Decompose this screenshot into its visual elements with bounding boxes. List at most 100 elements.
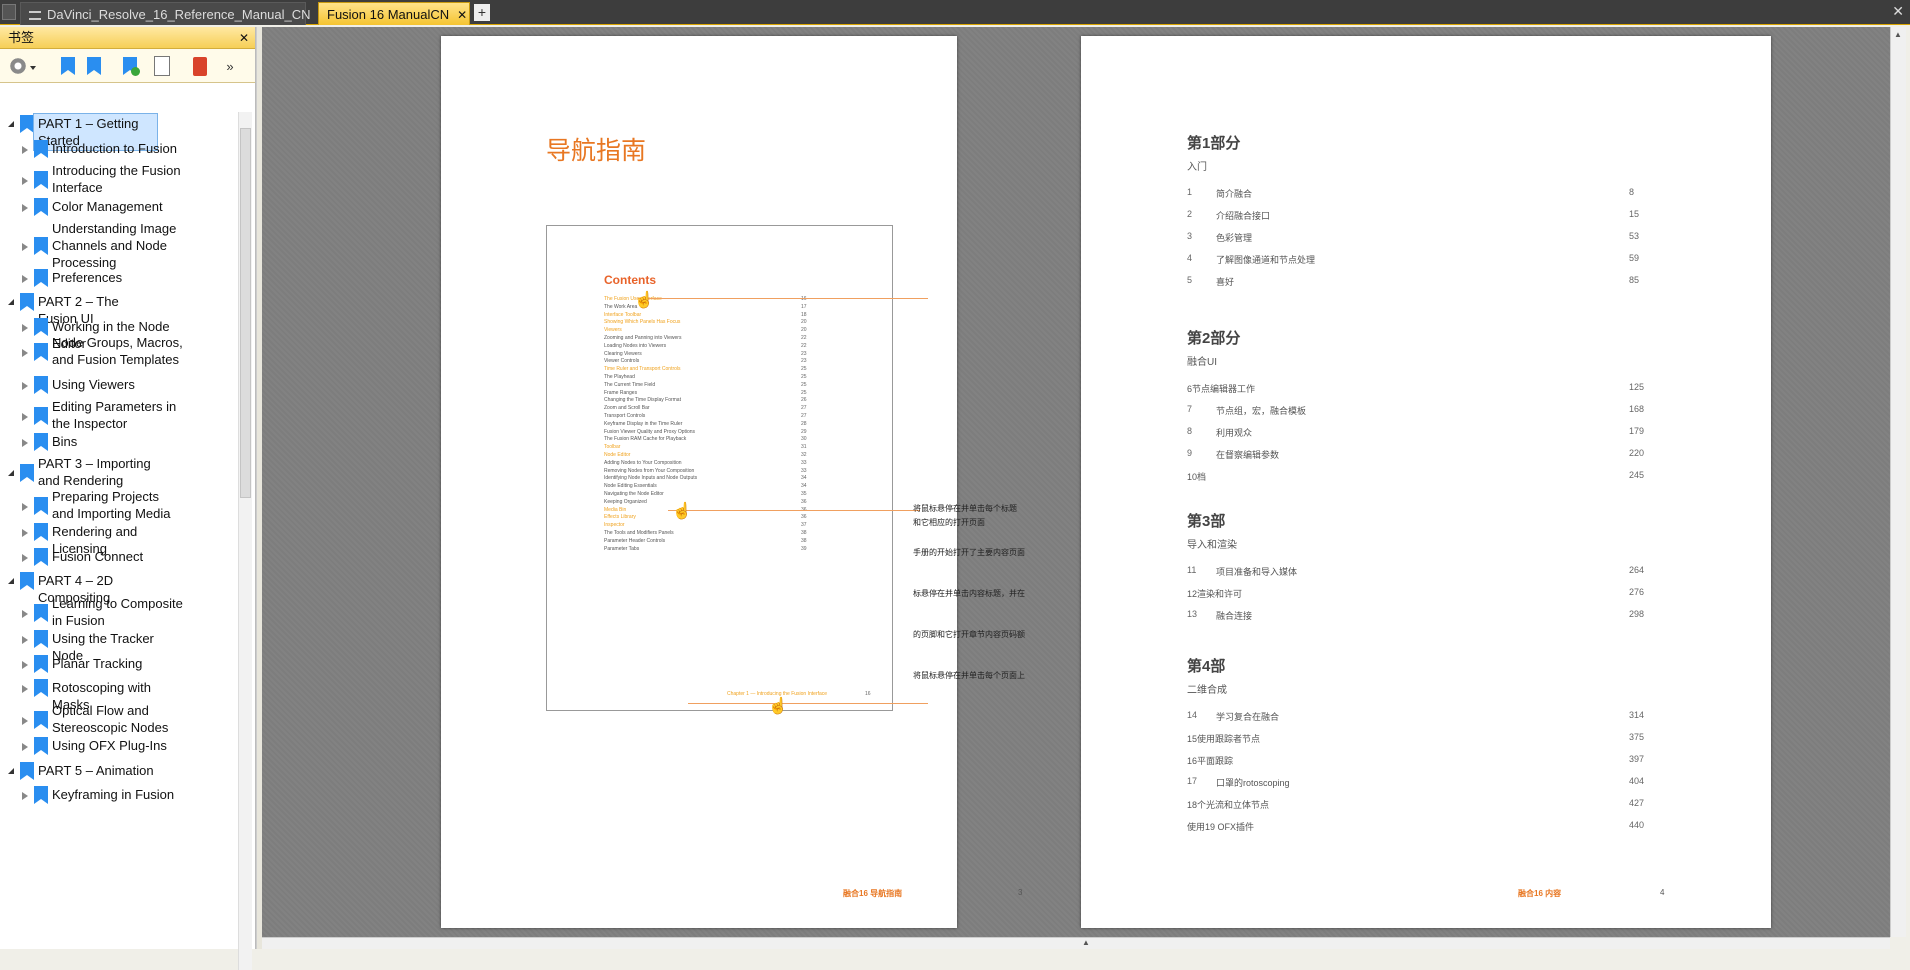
toc-page-num: 125 [1629,382,1645,392]
bookmark-item[interactable]: Planar Tracking [0,655,237,676]
tab-fusion-manual[interactable]: Fusion 16 ManualCN ✕ [318,2,470,25]
toc-row[interactable] [1181,273,1581,289]
bookmark-options-gear-icon[interactable] [6,54,36,78]
collapse-bookmarks-icon[interactable] [82,54,106,78]
bookmark-label: Introducing the Fusion Interface [52,163,181,195]
hand-cursor-icon: ☝ [768,698,788,715]
tabbar-menu-icon[interactable] [2,4,16,20]
more-options-chevron-icon[interactable]: » [218,54,242,78]
document-viewer[interactable]: 导航指南 Contents The Fusion User Interface 1… [262,27,1890,937]
collapse-arrow-icon[interactable] [8,768,14,774]
expand-arrow-icon[interactable] [22,324,28,332]
bookmark-item[interactable]: Introduction to Fusion [0,140,237,161]
expand-arrow-icon[interactable] [22,554,28,562]
expand-arrow-icon[interactable] [22,146,28,154]
bookmark-item[interactable]: Optical Flow and Stereoscopic Nodes [0,702,237,740]
expand-arrow-icon[interactable] [22,685,28,693]
bookmark-properties-icon[interactable] [150,54,174,78]
contents-entry: Interface Toolbar [604,311,642,318]
contents-entry: Showing Which Panels Has Focus [604,319,681,326]
delete-bookmark-icon[interactable] [188,54,212,78]
bookmark-item[interactable]: Bins [0,433,237,454]
bookmark-part[interactable]: PART 5 – Animation [0,762,237,783]
bookmark-part[interactable]: PART 2 – The Fusion UI [0,293,237,326]
contents-page-num: 38 [801,537,807,544]
toc-chapter-num: 8 [1187,426,1193,436]
contents-entry: Zooming and Panning into Viewers [604,335,682,341]
bookmarks-panel: 书签 ✕ » PART 1 – Getting Started Introduct… [0,27,256,970]
bookmark-part[interactable]: PART 1 – Getting Started [0,113,237,151]
bookmark-label: PART 5 – Animation [38,763,154,778]
expand-arrow-icon[interactable] [22,382,28,390]
bookmark-item[interactable]: Preparing Projects and Importing Media [0,488,237,526]
bookmark-item[interactable]: Preferences [0,269,237,290]
bookmark-part[interactable]: PART 4 – 2D Compositing [0,572,237,605]
expand-arrow-icon[interactable] [22,204,28,212]
collapse-arrow-icon[interactable] [8,578,14,584]
expand-arrow-icon[interactable] [22,717,28,725]
toc-page-num: 85 [1629,275,1640,285]
bookmark-item[interactable]: Node Groups, Macros, and Fusion Template… [0,334,237,372]
expand-arrow-icon[interactable] [22,243,28,251]
collapse-arrow-icon[interactable] [8,470,14,476]
contents-entry: The Work Area [604,303,638,310]
bookmark-tree-scrollbar[interactable] [238,112,252,970]
contents-page-num: 37 [801,522,807,529]
bookmarks-toolbar: » [0,49,255,83]
expand-arrow-icon[interactable] [22,636,28,644]
expand-arrow-icon[interactable] [22,413,28,421]
bookmark-item[interactable]: Rotoscoping with Masks [0,679,237,712]
bookmark-label: Editing Parameters in the Inspector [52,399,177,431]
new-tab-button[interactable]: + [474,4,490,21]
bookmark-icon [34,679,48,697]
bookmark-item[interactable]: Editing Parameters in the Inspector [0,398,237,436]
expand-arrow-icon[interactable] [22,610,28,618]
bookmark-item[interactable]: Understanding Image Channels and Node Pr… [0,220,237,275]
scrollbar-thumb[interactable] [240,128,251,498]
bookmark-label: Color Management [52,199,163,214]
contents-entry: Transport Controls [604,413,646,419]
hand-cursor-icon: ☝ [672,503,692,520]
bookmark-label: Preparing Projects and Importing Media [52,489,171,521]
bookmark-item[interactable]: Using the Tracker Node [0,630,237,663]
bookmark-item[interactable]: Using OFX Plug-Ins [0,737,237,758]
expand-arrow-icon[interactable] [22,529,28,537]
expand-arrow-icon[interactable] [22,792,28,800]
expand-arrow-icon[interactable] [22,439,28,447]
expand-arrow-icon[interactable] [22,177,28,185]
add-bookmark-icon[interactable] [118,54,142,78]
panel-close-icon[interactable]: ✕ [239,27,249,49]
viewer-vertical-scrollbar[interactable]: ▲ [1890,27,1906,937]
collapse-arrow-icon[interactable] [8,121,14,127]
expand-arrow-icon[interactable] [22,349,28,357]
contents-page-num: 35 [801,491,807,497]
toc-row[interactable] [1181,468,1581,484]
expand-arrow-icon[interactable] [22,275,28,283]
bookmark-item[interactable]: Rendering and Licensing [0,523,237,556]
contents-page-num: 22 [801,335,807,341]
bookmark-item[interactable]: Learning to Composite in Fusion [0,595,237,633]
expand-arrow-icon[interactable] [22,503,28,511]
contents-entry: Navigating the Node Editor [604,491,664,497]
bookmark-item[interactable]: Fusion Connect [0,548,237,569]
bookmark-item[interactable]: Color Management [0,198,237,219]
toc-chapter-num: 1 [1187,187,1193,197]
panel-title: 书签 [8,30,35,45]
contents-entry: Viewers [604,327,622,334]
viewer-horizontal-scrollbar[interactable]: ▲ [262,937,1890,949]
expand-bookmarks-icon[interactable] [56,54,80,78]
window-close-icon[interactable]: ✕ [1892,3,1904,20]
contents-page-num: 22 [801,342,807,349]
bookmark-item[interactable]: Using Viewers [0,376,237,397]
bookmark-icon [34,604,48,622]
expand-arrow-icon[interactable] [22,743,28,751]
toc-row[interactable] [1181,752,1581,768]
bookmark-item[interactable]: Introducing the Fusion Interface [0,162,237,200]
annotation-text: 将鼠标悬停在并单击每个页面上 [913,671,1025,680]
bookmark-item[interactable]: Keyframing in Fusion [0,786,237,807]
tab-davinci-manual[interactable]: DaVinci_Resolve_16_Reference_Manual_CN [20,2,311,25]
toc-chapter-title: 18个光流和立体节点 [1187,800,1270,810]
tab-close-icon[interactable]: ✕ [457,4,467,27]
collapse-arrow-icon[interactable] [8,299,14,305]
expand-arrow-icon[interactable] [22,661,28,669]
